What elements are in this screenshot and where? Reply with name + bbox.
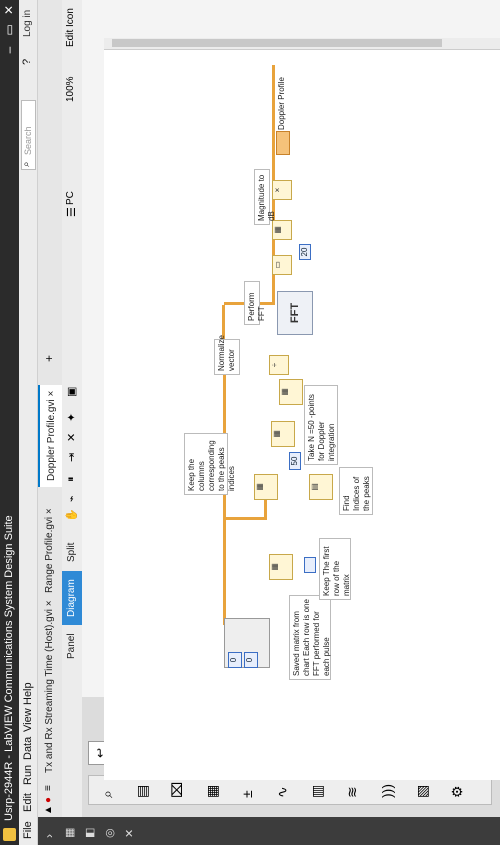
settings-icon[interactable]: ◎ [103, 828, 116, 838]
warning-small-icon: ▲ [43, 805, 54, 815]
palette-search-icon[interactable]: ⌕ [99, 790, 116, 798]
twenty-constant[interactable]: 20 [299, 244, 311, 260]
zero-constant-b[interactable]: 0 [244, 652, 258, 668]
doppler-profile-label: Doppler Profile [277, 77, 286, 130]
multiply-node[interactable]: × [272, 180, 292, 200]
palette-file-icon[interactable]: ▥ [309, 785, 326, 798]
magnitude-node[interactable]: ▭ [272, 255, 292, 275]
window-title: Usrp-2944R - LabVIEW Communications Syst… [3, 515, 15, 821]
add-tab-icon[interactable]: + [42, 355, 56, 362]
tab-label: Tx and Rx Streaming Time (Host).gvi [44, 609, 55, 773]
note-keep-first-row: Keep The first row of the matrix [319, 538, 351, 600]
fft-node[interactable]: FFT [277, 291, 313, 335]
zoom-label[interactable]: 100% [65, 76, 76, 102]
divide-node[interactable]: ÷ [269, 355, 289, 375]
minimize-icon[interactable]: – [0, 40, 19, 60]
menu-data[interactable]: Data [22, 737, 34, 760]
palette-color-icon[interactable]: ▦ [204, 785, 221, 798]
scrollbar-thumb[interactable] [112, 39, 442, 47]
note-magnitude-db: Magnitude to dB [254, 169, 276, 225]
palette-gear-icon[interactable]: ⚙ [449, 785, 466, 798]
palette-hardware-icon[interactable]: ▧ [414, 785, 431, 798]
index-array-columns-node[interactable]: ▦ [254, 474, 278, 500]
left-strip: › ▦ ◧ ◎ ✕ ✎ ▲ [38, 817, 500, 845]
note-take-n: Take N =50 -points for Doppler integrati… [304, 385, 338, 465]
note-perform-fft: Perform FFT [244, 281, 266, 325]
hardware-icon[interactable]: ◧ [83, 828, 96, 838]
palette-math-icon[interactable]: ± [239, 790, 255, 798]
tab-label: Range Profile.gvi [44, 516, 55, 593]
palette-data-icon[interactable]: ▤ [134, 785, 151, 798]
search-input[interactable]: Search [21, 100, 36, 170]
log-node[interactable]: ▦ [272, 220, 292, 240]
list-icon: ≡ [43, 785, 54, 791]
block-diagram[interactable]: 0 0 Saved matrix from chart Each row is … [104, 50, 500, 780]
menu-run[interactable]: Run [22, 765, 34, 785]
probe-icon[interactable]: ⌁ [65, 495, 78, 502]
palette-stream-icon[interactable]: ≋ [344, 786, 361, 798]
spark-icon[interactable]: ✦ [65, 413, 78, 422]
palette-signal-icon[interactable]: ∿ [274, 786, 291, 798]
pause-icon[interactable]: ⏸ [65, 477, 78, 483]
menu-bar: File Edit Run Data View Help Search ⌕ ? … [19, 0, 38, 845]
tab-label: Doppler Profile.gvi [46, 399, 57, 481]
peak-detect-node[interactable]: ▤ [309, 474, 333, 500]
files-icon[interactable]: ▦ [63, 828, 76, 838]
zero-constant-a[interactable]: 0 [228, 652, 242, 668]
fifty-constant[interactable]: 50 [289, 452, 301, 470]
menu-help[interactable]: Help [22, 682, 34, 705]
diagram-button[interactable]: Diagram [62, 571, 82, 625]
menu-edit[interactable]: Edit [22, 793, 34, 812]
document-tabs: ▲ ● ≡ Tx and Rx Streaming Time (Host).gv… [38, 0, 62, 817]
close-icon[interactable]: ✕ [0, 0, 19, 20]
row-index-constant[interactable] [304, 557, 316, 573]
menu-view[interactable]: View [22, 708, 34, 732]
maximize-icon[interactable]: ▭ [0, 20, 19, 40]
tools-icon[interactable]: ✕ [123, 829, 136, 838]
target-label[interactable]: PC [65, 191, 76, 205]
palette-program-icon[interactable]: ⌧ [169, 782, 186, 798]
note-normalize: Normalize vector [214, 335, 240, 375]
view-switcher: Panel Diagram Split ✋ ⌁ ⏸ ⇥ ✕ ✦ ▣ ☰ PC 1… [62, 0, 82, 817]
edit-icon-button[interactable]: Edit Icon [65, 8, 76, 47]
app-window: Usrp-2944R - LabVIEW Communications Syst… [0, 0, 500, 845]
title-bar: Usrp-2944R - LabVIEW Communications Syst… [0, 0, 19, 845]
tab-tx-rx-streaming[interactable]: Tx and Rx Streaming Time (Host).gvi × [38, 594, 62, 779]
subarray-node[interactable]: ▦ [271, 421, 295, 447]
help-icon[interactable]: ? [21, 59, 33, 65]
tab-range-profile[interactable]: Range Profile.gvi × [38, 502, 62, 599]
normalize-node[interactable]: ▦ [279, 379, 303, 405]
panel-button[interactable]: Panel [62, 625, 82, 667]
cross-icon[interactable]: ✕ [65, 433, 78, 442]
note-find-indices: Find Indices of the peaks [339, 467, 373, 515]
step-icon[interactable]: ⇥ [65, 453, 78, 462]
run-indicator-icon: ● [43, 796, 54, 803]
labview-logo-icon [3, 828, 16, 841]
note-keep-columns: Keep the columns corresponding to the pe… [184, 433, 236, 495]
palette-wave-icon[interactable]: ))) [379, 784, 395, 798]
doppler-profile-indicator[interactable] [276, 131, 290, 155]
search-icon: ⌕ [21, 161, 32, 167]
menu-lines-icon[interactable]: ☰ [65, 207, 78, 217]
index-array-row-node[interactable]: ▦ [269, 554, 293, 580]
collapse-icon[interactable]: › [42, 834, 56, 838]
tab-doppler-profile[interactable]: Doppler Profile.gvi × [38, 384, 62, 487]
hand-icon[interactable]: ✋ [65, 508, 78, 522]
save-icon[interactable]: ▣ [65, 387, 78, 397]
login-link[interactable]: Log in [22, 10, 33, 37]
note-saved-matrix: Saved matrix from chart Each row is one … [289, 595, 331, 680]
menu-file[interactable]: File [22, 821, 34, 839]
split-button[interactable]: Split [62, 535, 82, 570]
horizontal-scrollbar[interactable] [104, 38, 500, 50]
